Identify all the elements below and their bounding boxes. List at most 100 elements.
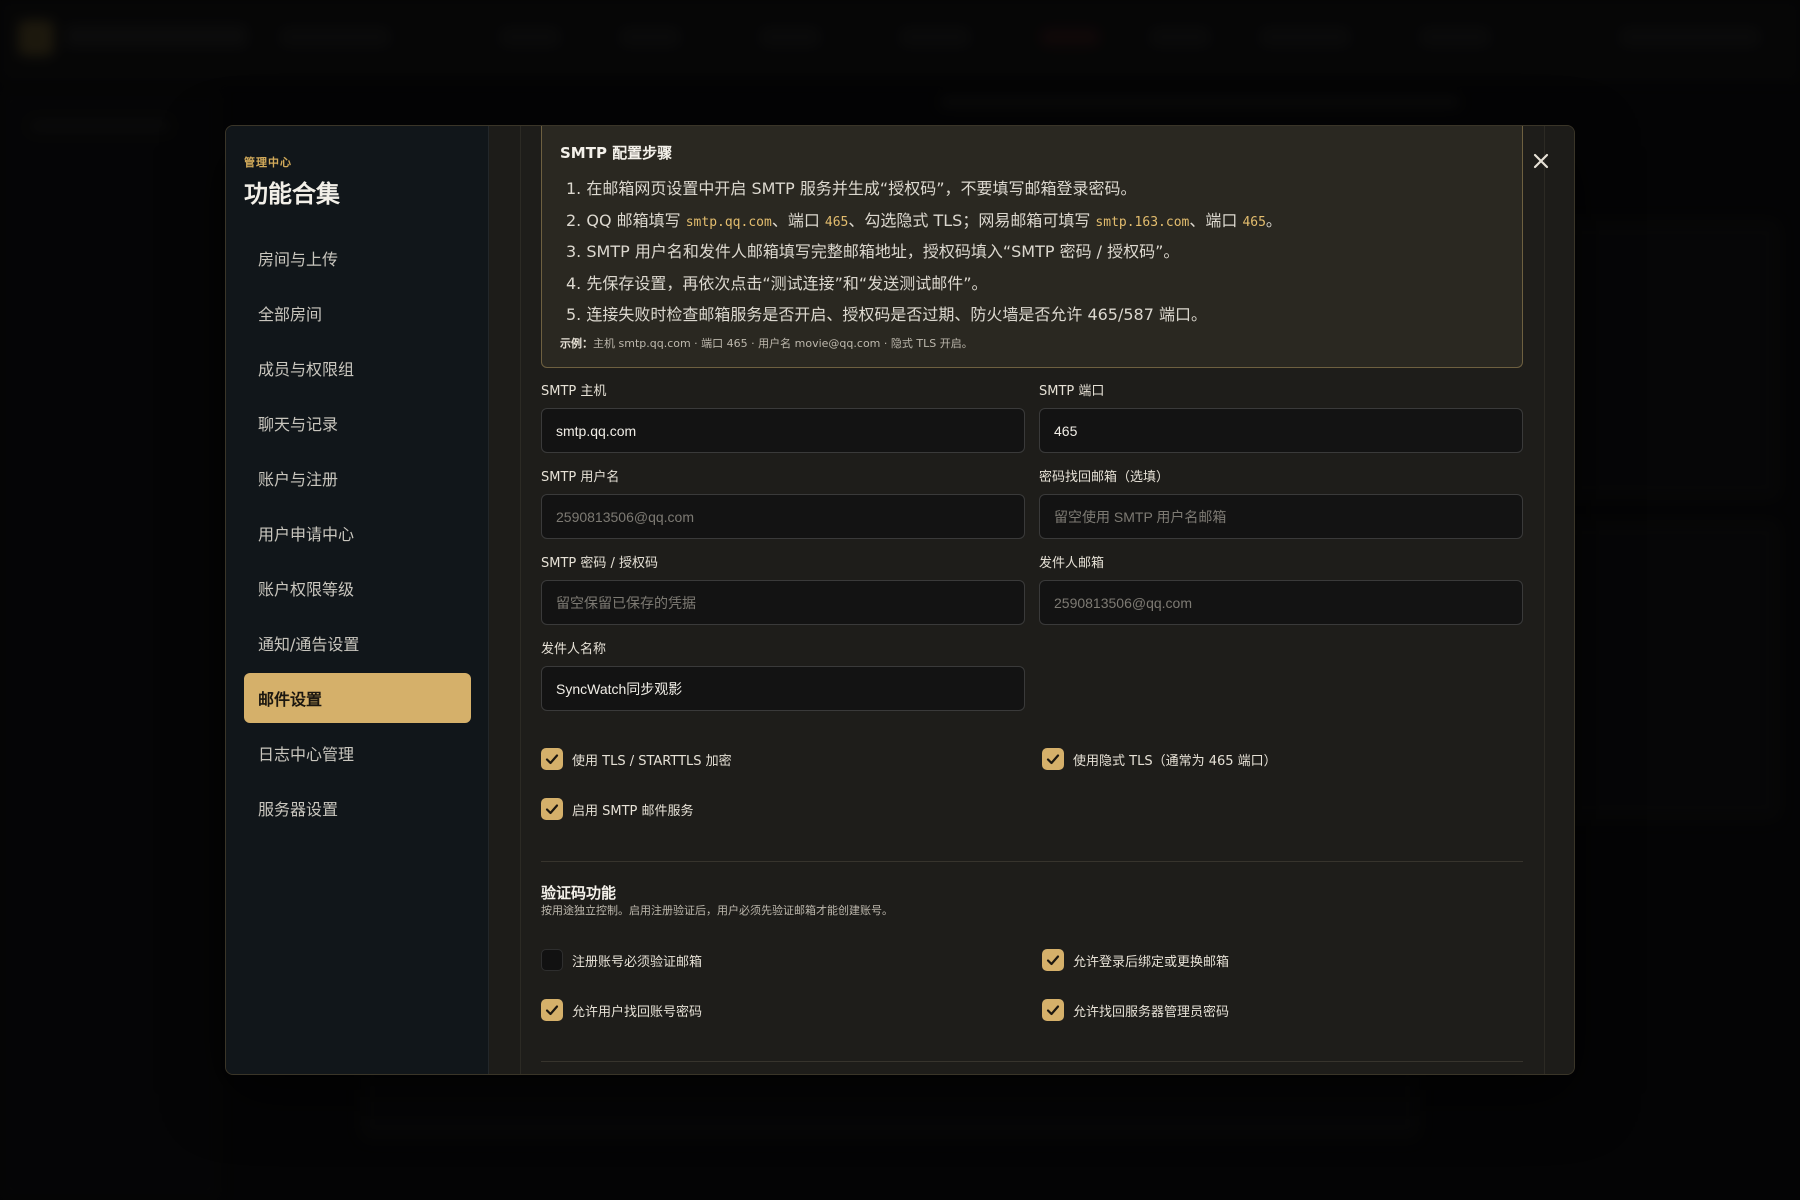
checkbox-box[interactable] — [541, 748, 563, 770]
sidebar-item-label: 邮件设置 — [258, 690, 323, 709]
sidebar-eyebrow: 管理中心 — [244, 156, 292, 169]
check-icon — [545, 1005, 559, 1016]
sender-name-field: 发件人名称 — [541, 640, 1025, 711]
step-code: smtp.qq.com — [685, 214, 772, 230]
sender-email-field: 发件人邮箱 — [1039, 554, 1523, 625]
section-divider — [541, 1061, 1523, 1062]
content-gutter-right — [1544, 126, 1574, 1074]
smtp-host-label: SMTP 主机 — [541, 384, 607, 399]
sidebar-item-notifications[interactable]: 通知/通告设置 — [244, 618, 471, 668]
step-code: smtp.163.com — [1095, 214, 1190, 230]
smtp-username-field: SMTP 用户名 — [541, 468, 1025, 539]
recovery-email-input[interactable] — [1039, 494, 1523, 539]
sidebar-item-label: 房间与上传 — [258, 250, 339, 269]
sidebar-item-user-applications[interactable]: 用户申请中心 — [244, 508, 471, 558]
step-text: 。 — [1265, 210, 1282, 230]
bind-email-checkbox[interactable]: 允许登录后绑定或更换邮箱 — [1042, 949, 1229, 971]
enable-smtp-checkbox-label: 启用 SMTP 邮件服务 — [572, 803, 694, 819]
smtp-username-input[interactable] — [541, 494, 1025, 539]
step-code: 465 — [1242, 214, 1266, 230]
smtp-step-2: 2. QQ 邮箱填写 smtp.qq.com、端口 465、勾选隐式 TLS；网… — [560, 205, 1504, 237]
verify-section-desc: 按用途独立控制。启用注册验证后，用户必须先验证邮箱才能创建账号。 — [541, 904, 893, 917]
require-email-verification-checkbox[interactable]: 注册账号必须验证邮箱 — [541, 949, 702, 971]
sidebar-item-label: 聊天与记录 — [258, 415, 339, 434]
recovery-email-label: 密码找回邮箱（选填） — [1039, 470, 1170, 485]
sidebar-item-rooms-upload[interactable]: 房间与上传 — [244, 233, 471, 283]
sidebar-item-label: 用户申请中心 — [258, 525, 355, 544]
sender-name-input[interactable] — [541, 666, 1025, 711]
sender-email-input[interactable] — [1039, 580, 1523, 625]
bind-email-label: 允许登录后绑定或更换邮箱 — [1073, 954, 1230, 970]
check-icon — [1046, 955, 1060, 966]
smtp-steps-title: SMTP 配置步骤 — [560, 144, 673, 162]
sidebar-item-label: 服务器设置 — [258, 800, 339, 819]
close-button[interactable] — [1526, 146, 1556, 176]
sidebar-item-server-settings[interactable]: 服务器设置 — [244, 783, 471, 833]
user-password-reset-label: 允许用户找回账号密码 — [572, 1004, 703, 1020]
sidebar-item-label: 成员与权限组 — [258, 360, 355, 379]
checkbox-box[interactable] — [1042, 949, 1064, 971]
smtp-port-field: SMTP 端口 — [1039, 382, 1523, 453]
sender-email-label: 发件人邮箱 — [1039, 556, 1105, 571]
admin-password-reset-checkbox[interactable]: 允许找回服务器管理员密码 — [1042, 999, 1229, 1021]
sidebar-item-members-groups[interactable]: 成员与权限组 — [244, 343, 471, 393]
smtp-password-input[interactable] — [541, 580, 1025, 625]
section-divider — [541, 861, 1523, 862]
sender-name-label: 发件人名称 — [541, 642, 607, 657]
checkbox-box[interactable] — [541, 999, 563, 1021]
sidebar-item-all-rooms[interactable]: 全部房间 — [244, 288, 471, 338]
smtp-step-3: 3. SMTP 用户名和发件人邮箱填写完整邮箱地址，授权码填入“SMTP 密码 … — [566, 242, 1180, 261]
checkbox-box[interactable] — [1042, 748, 1064, 770]
check-icon — [545, 804, 559, 815]
check-icon — [545, 754, 559, 765]
step-code: 465 — [824, 214, 849, 230]
sidebar-item-log-center[interactable]: 日志中心管理 — [244, 728, 471, 778]
smtp-host-field: SMTP 主机 — [541, 382, 1025, 453]
require-email-verification-label: 注册账号必须验证邮箱 — [572, 954, 703, 970]
feature-settings-modal: 管理中心 功能合集 房间与上传 全部房间 成员与权限组 聊天与记录 账户与注册 … — [225, 125, 1575, 1075]
verify-section-title: 验证码功能 — [541, 884, 617, 902]
smtp-step-5: 5. 连接失败时检查邮箱服务是否开启、授权码是否过期、防火墙是否允许 465/5… — [566, 305, 1207, 324]
recovery-email-field: 密码找回邮箱（选填） — [1039, 468, 1523, 539]
step-text: 、端口 — [1189, 210, 1243, 230]
step-text: 2. QQ 邮箱填写 — [566, 210, 686, 230]
user-password-reset-checkbox[interactable]: 允许用户找回账号密码 — [541, 999, 702, 1021]
smtp-host-input[interactable] — [541, 408, 1025, 453]
sidebar-item-label: 日志中心管理 — [258, 745, 355, 764]
admin-password-reset-label: 允许找回服务器管理员密码 — [1073, 1004, 1230, 1020]
smtp-port-input[interactable] — [1039, 408, 1523, 453]
checkbox-box[interactable] — [541, 798, 563, 820]
enable-smtp-checkbox[interactable]: 启用 SMTP 邮件服务 — [541, 798, 694, 820]
example-label: 示例： — [560, 336, 593, 350]
sidebar-item-permission-levels[interactable]: 账户权限等级 — [244, 563, 471, 613]
close-icon — [1533, 153, 1549, 169]
sidebar-item-label: 通知/通告设置 — [258, 635, 360, 654]
checkbox-box[interactable] — [1042, 999, 1064, 1021]
step-text: 、勾选隐式 TLS；网易邮箱可填写 — [848, 210, 1096, 230]
sidebar-item-mail-settings[interactable]: 邮件设置 — [244, 673, 471, 723]
sidebar-nav: 房间与上传 全部房间 成员与权限组 聊天与记录 账户与注册 用户申请中心 账户权… — [244, 233, 471, 838]
smtp-step-4: 4. 先保存设置，再依次点击“测试连接”和“发送测试邮件”。 — [566, 273, 988, 293]
smtp-password-field: SMTP 密码 / 授权码 — [541, 554, 1025, 625]
smtp-step-1: 1. 在邮箱网页设置中开启 SMTP 服务并生成“授权码”，不要填写邮箱登录密码… — [566, 179, 1137, 198]
check-icon — [1046, 1005, 1060, 1016]
smtp-port-label: SMTP 端口 — [1039, 384, 1105, 399]
checkbox-box[interactable] — [541, 949, 563, 971]
smtp-steps-card: SMTP 配置步骤 1. 在邮箱网页设置中开启 SMTP 服务并生成“授权码”，… — [541, 126, 1523, 368]
mail-settings-panel[interactable]: SMTP 配置步骤 1. 在邮箱网页设置中开启 SMTP 服务并生成“授权码”，… — [521, 126, 1544, 1074]
sidebar-item-chat-records[interactable]: 聊天与记录 — [244, 398, 471, 448]
content-gutter-left — [489, 126, 521, 1074]
modal-sidebar: 管理中心 功能合集 房间与上传 全部房间 成员与权限组 聊天与记录 账户与注册 … — [226, 126, 489, 1074]
implicit-tls-checkbox-label: 使用隐式 TLS（通常为 465 端口） — [1073, 753, 1277, 769]
implicit-tls-checkbox[interactable]: 使用隐式 TLS（通常为 465 端口） — [1042, 748, 1277, 770]
sidebar-title: 功能合集 — [244, 180, 340, 208]
tls-checkbox[interactable]: 使用 TLS / STARTTLS 加密 — [541, 748, 732, 770]
sidebar-item-label: 全部房间 — [258, 305, 323, 324]
sidebar-item-accounts-registration[interactable]: 账户与注册 — [244, 453, 471, 503]
check-icon — [1046, 754, 1060, 765]
sidebar-item-label: 账户与注册 — [258, 470, 339, 489]
example-text: 主机 smtp.qq.com · 端口 465 · 用户名 movie@qq.c… — [593, 336, 973, 350]
smtp-username-label: SMTP 用户名 — [541, 470, 620, 485]
tls-checkbox-label: 使用 TLS / STARTTLS 加密 — [572, 753, 732, 769]
step-text: 、端口 — [771, 210, 825, 230]
